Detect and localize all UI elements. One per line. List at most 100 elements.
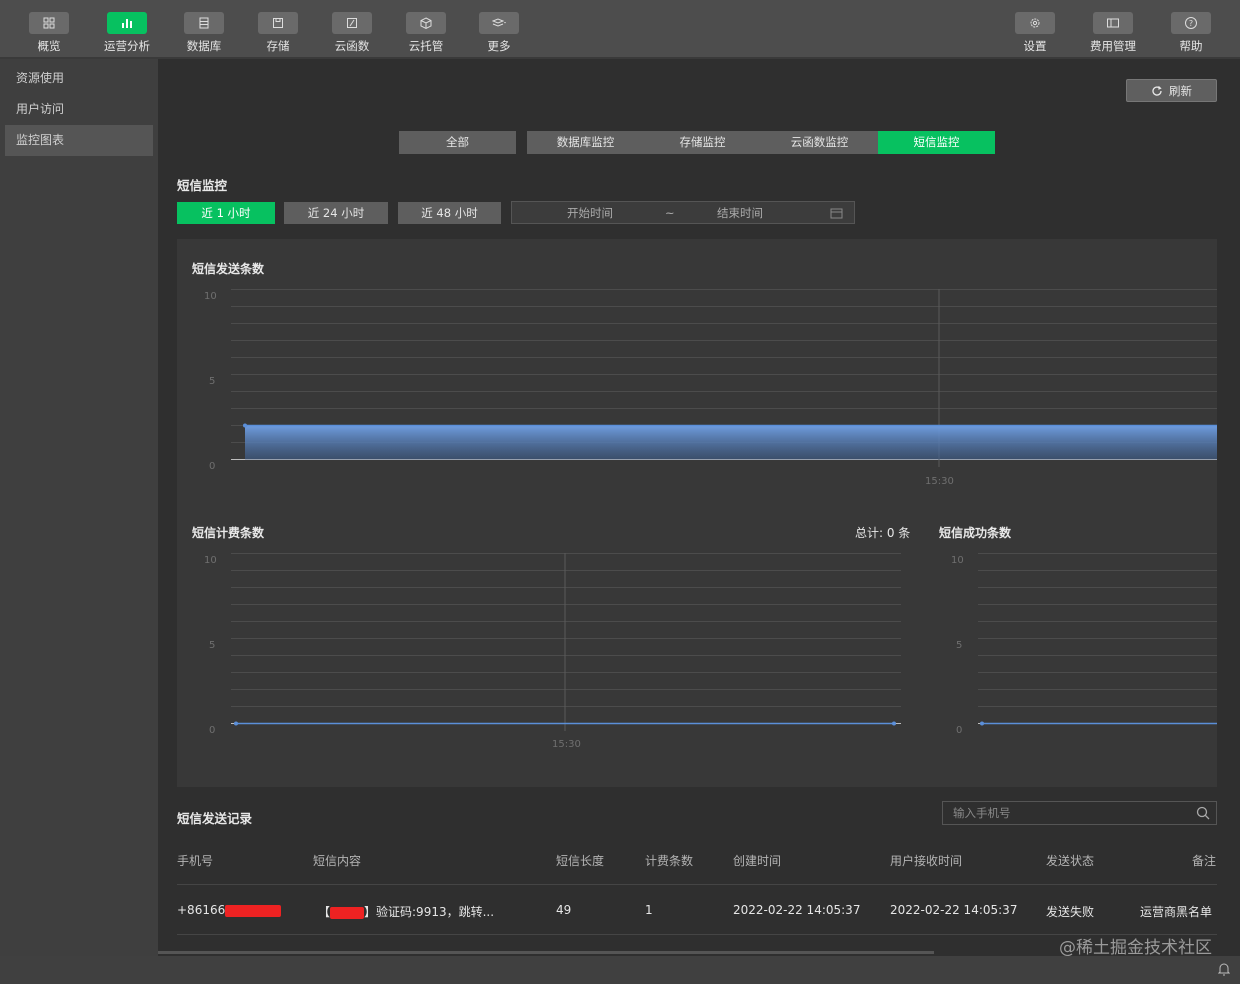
chart-title: 短信计费条数 <box>192 526 265 540</box>
sms-success-chart <box>978 553 1217 726</box>
toolbar-more[interactable]: 更多 <box>464 0 534 58</box>
series-area <box>245 425 1217 460</box>
cell-phone: +86166 <box>177 903 282 917</box>
phone-search-input[interactable]: 输入手机号 <box>942 801 1217 825</box>
range-1h-button[interactable]: 近 1 小时 <box>177 202 275 224</box>
tab-all[interactable]: 全部 <box>399 131 516 154</box>
x-tick-label: 15:30 <box>552 739 581 750</box>
gear-icon <box>1015 12 1055 34</box>
cell-billed: 1 <box>645 903 653 917</box>
toolbar-overview[interactable]: 概览 <box>14 0 84 58</box>
search-placeholder: 输入手机号 <box>953 806 1011 820</box>
date-range-picker[interactable]: 开始时间 ~ 结束时间 <box>511 201 855 224</box>
data-point <box>892 721 896 726</box>
y-tick-label: 10 <box>204 555 217 566</box>
help-icon: ? <box>1171 12 1211 34</box>
toolbar-label: 费用管理 <box>1090 39 1136 53</box>
toolbar-label: 概览 <box>37 39 61 53</box>
toolbar-storage[interactable]: 存储 <box>243 0 313 58</box>
sidebar-item-monitoring-charts[interactable]: 监控图表 <box>5 125 153 156</box>
sidebar-item-resource-usage[interactable]: 资源使用 <box>0 63 158 94</box>
y-tick-label: 5 <box>209 640 216 651</box>
toolbar-label: 帮助 <box>1179 39 1203 53</box>
toolbar-analytics[interactable]: 运营分析 <box>92 0 162 58</box>
range-24h-button[interactable]: 近 24 小时 <box>284 202 388 224</box>
toolbar-cloud-hosting[interactable]: 云托管 <box>391 0 461 58</box>
toolbar-billing[interactable]: 费用管理 <box>1078 0 1148 58</box>
toolbar-label: 更多 <box>487 39 511 53</box>
database-icon <box>184 12 224 34</box>
toolbar-database[interactable]: 数据库 <box>169 0 239 58</box>
range-48h-button[interactable]: 近 48 小时 <box>398 202 501 224</box>
data-point <box>980 721 984 726</box>
y-tick-label: 5 <box>209 376 216 387</box>
chart-panel: 短信发送条数 10 5 0 15:30 短信计费条数 总计: 0 条 10 5 … <box>177 239 1217 787</box>
sms-sent-chart <box>231 289 1217 467</box>
data-point <box>234 721 238 726</box>
cell-created: 2022-02-22 14:05:37 <box>733 903 861 917</box>
tab-storage-monitor[interactable]: 存储监控 <box>644 131 761 154</box>
y-tick-label: 0 <box>956 725 963 736</box>
sidebar: 资源使用 用户访问 监控图表 <box>0 59 158 956</box>
refresh-label: 刷新 <box>1169 83 1192 98</box>
toolbar-label: 存储 <box>266 39 290 53</box>
save-icon <box>258 12 298 34</box>
function-icon <box>332 12 372 34</box>
y-tick-label: 10 <box>951 555 964 566</box>
tab-function-monitor[interactable]: 云函数监控 <box>761 131 878 154</box>
y-tick-label: 5 <box>956 640 963 651</box>
redaction-mark <box>225 904 282 917</box>
data-point <box>243 423 247 428</box>
toolbar-label: 设置 <box>1023 39 1047 53</box>
cell-content: 【 】验证码:9913，跳转... <box>318 903 494 920</box>
toolbar-label: 数据库 <box>186 39 222 53</box>
phone-prefix: +86166 <box>177 903 226 917</box>
cell-note: 运营商黑名单 <box>1140 905 1213 919</box>
content-open: 【 <box>318 905 331 919</box>
tab-database-monitor[interactable]: 数据库监控 <box>527 131 644 154</box>
sidebar-item-user-visits[interactable]: 用户访问 <box>0 94 158 125</box>
column-header: 用户接收时间 <box>890 854 963 868</box>
svg-text:?: ? <box>1189 19 1193 28</box>
billing-icon <box>1093 12 1133 34</box>
main-content: 刷新 全部 数据库监控 存储监控 云函数监控 短信监控 短信监控 近 1 小时 … <box>158 59 1240 956</box>
toolbar-settings[interactable]: 设置 <box>1000 0 1070 58</box>
refresh-button[interactable]: 刷新 <box>1126 79 1217 102</box>
toolbar-functions[interactable]: 云函数 <box>317 0 387 58</box>
redaction-mark <box>330 906 365 919</box>
top-toolbar: 概览 运营分析 数据库 存储 云函数 云托管 更多 设置 费用管理 ? 帮助 <box>0 0 1240 58</box>
content-text: 】验证码:9913，跳转... <box>364 905 495 919</box>
y-tick-label: 10 <box>204 291 217 302</box>
bar-chart-icon <box>107 12 147 34</box>
cube-icon <box>406 12 446 34</box>
bell-icon[interactable] <box>1218 962 1230 976</box>
column-header: 发送状态 <box>1046 854 1095 868</box>
y-tick-label: 0 <box>209 461 216 472</box>
table-header-divider <box>177 884 1217 885</box>
column-header: 创建时间 <box>733 854 782 868</box>
grid-icon <box>29 12 69 34</box>
toolbar-help[interactable]: ? 帮助 <box>1156 0 1226 58</box>
chart-title: 短信发送条数 <box>192 262 265 276</box>
tab-sms-monitor[interactable]: 短信监控 <box>878 131 995 154</box>
cell-status: 发送失败 <box>1046 905 1095 919</box>
bottom-status-bar <box>0 956 1240 984</box>
records-title: 短信发送记录 <box>177 811 253 826</box>
cell-length: 49 <box>556 903 572 917</box>
refresh-icon <box>1152 85 1162 96</box>
layers-icon <box>479 12 519 34</box>
toolbar-label: 云托管 <box>408 39 444 53</box>
section-title: 短信监控 <box>177 178 228 193</box>
cell-received: 2022-02-22 14:05:37 <box>890 903 1018 917</box>
calendar-icon <box>830 208 843 219</box>
end-time-input[interactable]: 结束时间 <box>717 205 763 221</box>
start-time-input[interactable]: 开始时间 <box>567 205 613 221</box>
column-header: 手机号 <box>177 854 214 868</box>
toolbar-label: 运营分析 <box>104 39 150 53</box>
monitor-tabs: 全部 数据库监控 存储监控 云函数监控 短信监控 <box>399 131 995 154</box>
search-icon[interactable] <box>1196 806 1210 820</box>
x-tick-label: 15:30 <box>925 476 954 487</box>
column-header: 计费条数 <box>645 854 694 868</box>
horizontal-scrollbar[interactable] <box>158 951 934 954</box>
sms-billed-chart <box>231 553 901 731</box>
